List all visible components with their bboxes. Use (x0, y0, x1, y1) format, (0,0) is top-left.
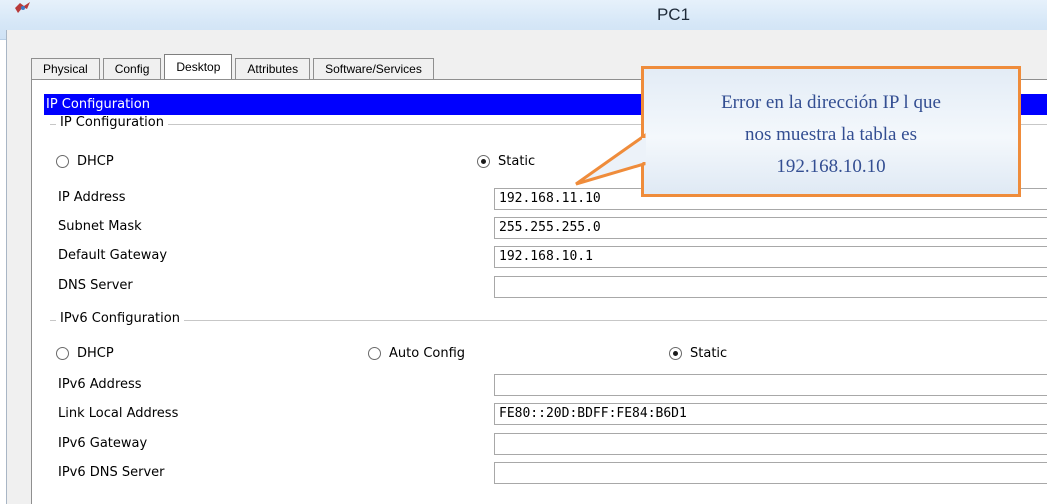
link-local-address-input[interactable]: FE80::20D:BDFF:FE84:B6D1 (494, 403, 1047, 425)
ipv4-dhcp-label: DHCP (77, 154, 114, 169)
ipv6-gateway-label: IPv6 Gateway (58, 436, 148, 451)
default-gateway-input[interactable]: 192.168.10.1 (494, 246, 1047, 268)
dns-server-input[interactable] (494, 276, 1047, 298)
default-gateway-label: Default Gateway (58, 248, 168, 263)
ipv6-auto-config-radio[interactable]: Auto Config (368, 346, 465, 361)
ipv6-dhcp-label: DHCP (77, 346, 114, 361)
tab-config[interactable]: Config (102, 58, 162, 80)
ipv6-address-label: IPv6 Address (58, 377, 142, 392)
subnet-mask-label: Subnet Mask (58, 219, 142, 234)
dns-server-label: DNS Server (58, 278, 133, 293)
subnet-mask-input[interactable]: 255.255.255.0 (494, 217, 1047, 239)
ipv6-dhcp-radio[interactable]: DHCP (56, 346, 114, 361)
annotation-callout: Error en la dirección IP l que nos muest… (641, 66, 1021, 197)
ipv6-dns-server-label: IPv6 DNS Server (58, 465, 165, 480)
callout-line: nos muestra la tabla es (744, 124, 917, 145)
tab-attributes[interactable]: Attributes (235, 58, 311, 80)
ipv6-static-label: Static (690, 346, 728, 361)
ipv4-static-radio[interactable]: Static (477, 154, 535, 169)
tab-software-services[interactable]: Software/Services (313, 58, 434, 80)
ipv6-address-input[interactable] (494, 374, 1047, 396)
ipv6-gateway-input[interactable] (494, 433, 1047, 455)
callout-line: 192.168.10.10 (776, 156, 886, 177)
radio-unchecked-icon (56, 347, 69, 360)
callout-text: Error en la dirección IP l que nos muest… (652, 87, 1010, 183)
radio-unchecked-icon (368, 347, 381, 360)
tab-bar: Physical Config Desktop Attributes Softw… (31, 54, 437, 80)
window-title: PC1 (656, 5, 691, 24)
ipv6-auto-config-label: Auto Config (389, 346, 466, 361)
callout-pointer (575, 133, 646, 186)
ipv6-dns-server-input[interactable] (494, 462, 1047, 484)
ipv6-group-label: IPv6 Configuration (56, 311, 184, 326)
ipv6-static-radio[interactable]: Static (669, 346, 727, 361)
radio-checked-icon (669, 347, 682, 360)
ipv4-group-label: IP Configuration (56, 115, 168, 130)
link-local-address-label: Link Local Address (58, 406, 179, 421)
tab-desktop[interactable]: Desktop (164, 54, 233, 80)
radio-unchecked-icon (56, 155, 69, 168)
tab-physical[interactable]: Physical (31, 58, 100, 80)
ip-address-label: IP Address (58, 190, 126, 205)
ipv4-dhcp-radio[interactable]: DHCP (56, 154, 114, 169)
callout-line: Error en la dirección IP l que (721, 92, 941, 113)
ipv4-static-label: Static (498, 154, 536, 169)
ipv6-group-border (50, 320, 1047, 321)
radio-checked-icon (477, 155, 490, 168)
